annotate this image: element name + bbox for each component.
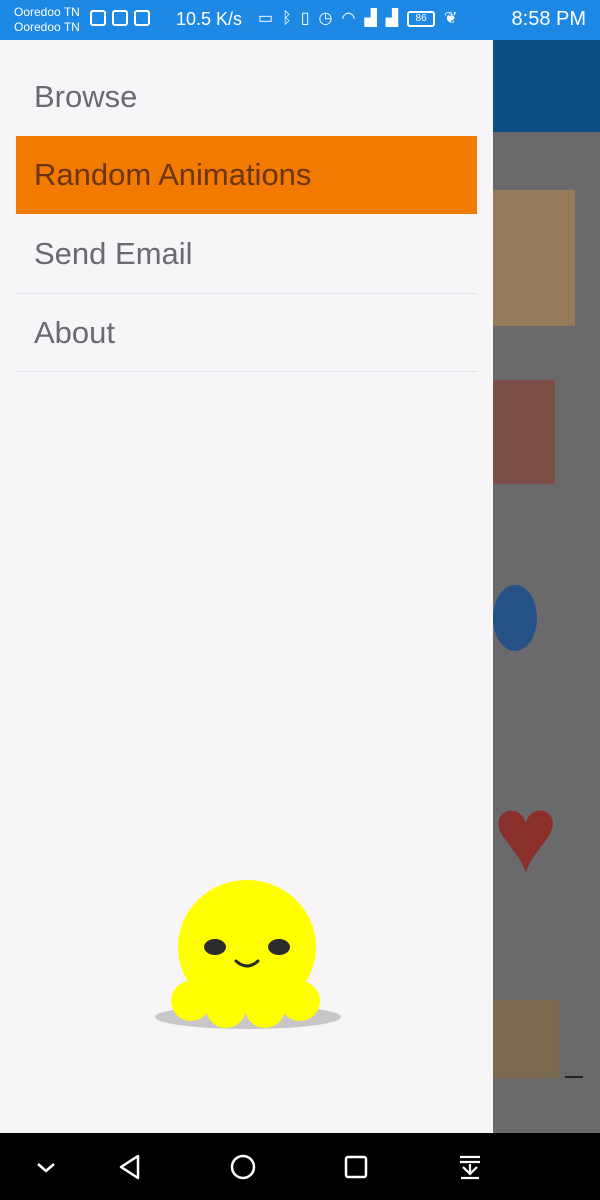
alarm-icon: ◷ bbox=[318, 10, 333, 27]
animation-thumbnail-chest bbox=[493, 380, 555, 484]
wifi-icon: ◠ bbox=[341, 10, 356, 27]
message-icon bbox=[134, 10, 150, 26]
animation-thumbnail-emoji bbox=[493, 585, 537, 651]
menu-item-send-email[interactable]: Send Email bbox=[16, 215, 477, 293]
battery-icon: 86 bbox=[407, 11, 436, 27]
notification-icons bbox=[90, 10, 150, 26]
home-icon[interactable] bbox=[227, 1151, 259, 1183]
background-content-scrim[interactable]: ♥ bbox=[493, 40, 600, 1133]
animation-thumbnail-truck bbox=[493, 1000, 559, 1078]
system-navigation-bar bbox=[0, 1133, 600, 1200]
system-icons: ▭ ᛒ ▯ ◷ ◠ ▟ ▟ 86 ❦ bbox=[258, 10, 458, 28]
cast-icon: ▭ bbox=[258, 10, 274, 27]
leaf-icon: ❦ bbox=[444, 10, 458, 27]
status-bar: Ooredoo TN Ooredoo TN 10.5 K/s ▭ ᛒ ▯ ◷ ◠… bbox=[0, 0, 600, 40]
notification-pull-icon[interactable] bbox=[454, 1151, 486, 1183]
heart-icon: ♥ bbox=[493, 773, 559, 896]
vibrate-icon: ▯ bbox=[300, 10, 310, 27]
bluetooth-icon: ᛒ bbox=[282, 10, 292, 27]
recents-icon[interactable] bbox=[340, 1151, 372, 1183]
octopus-mascot-illustration bbox=[155, 880, 341, 1029]
app-bar bbox=[493, 40, 600, 132]
carrier-2: Ooredoo TN bbox=[14, 20, 80, 34]
network-speed: 10.5 K/s bbox=[176, 9, 243, 29]
menu-item-browse[interactable]: Browse bbox=[16, 58, 477, 136]
carrier-1: Ooredoo TN bbox=[14, 5, 80, 19]
menu-item-label: Send Email bbox=[34, 236, 193, 271]
clock: 8:58 PM bbox=[511, 8, 586, 30]
menu-item-label: About bbox=[34, 315, 116, 350]
signal-2g-icon: ▟ bbox=[385, 10, 399, 27]
carrier-info: Ooredoo TN Ooredoo TN bbox=[14, 5, 80, 35]
photo-icon bbox=[112, 10, 128, 26]
signal-3g-icon: ▟ bbox=[364, 10, 377, 27]
menu-item-label: Random Animations bbox=[34, 157, 312, 192]
menu-item-random-animations[interactable]: Random Animations bbox=[16, 136, 477, 214]
menu-item-about[interactable]: About bbox=[16, 294, 477, 372]
camera-icon bbox=[90, 10, 106, 26]
back-icon[interactable] bbox=[114, 1151, 146, 1183]
chevron-down-icon[interactable] bbox=[30, 1151, 62, 1183]
divider bbox=[565, 1076, 583, 1078]
menu-item-label: Browse bbox=[34, 79, 138, 114]
menu-divider bbox=[16, 371, 477, 372]
animation-thumbnail-inbox bbox=[493, 190, 575, 326]
